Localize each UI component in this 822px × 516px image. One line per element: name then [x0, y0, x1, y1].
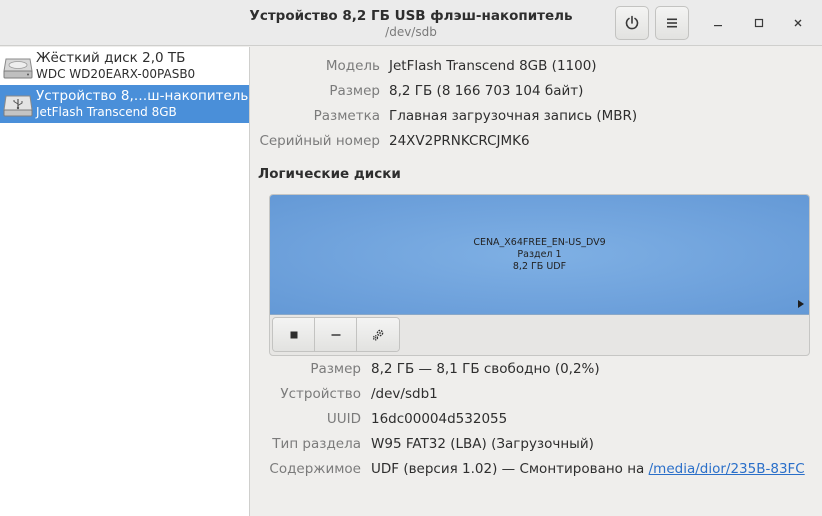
contents-text: UDF (версия 1.02) — Смонтировано на	[371, 461, 645, 477]
window-title: Устройство 8,2 ГБ USB флэш-накопитель	[249, 8, 573, 24]
partitioning-label: Разметка	[313, 108, 380, 124]
sidebar-item-usb-drive[interactable]: Устройство 8,…ш-накопитель JetFlash Tran…	[0, 85, 249, 123]
volume-size-value: 8,2 ГБ — 8,1 ГБ свободно (0,2%)	[371, 361, 600, 377]
hard-disk-icon	[3, 58, 33, 79]
play-arrow-icon	[798, 300, 804, 308]
partition-type-value: W95 FAT32 (LBA) (Загрузочный)	[371, 436, 594, 452]
volume-size-label: Размер	[310, 361, 361, 377]
drive-name: Жёсткий диск 2,0 ТБ	[36, 50, 186, 66]
size-label: Размер	[329, 83, 380, 99]
size-value: 8,2 ГБ (8 166 703 104 байт)	[389, 83, 584, 99]
drive-name: Устройство 8,…ш-накопитель	[36, 88, 249, 104]
minimize-icon	[714, 25, 722, 27]
mount-point-link[interactable]: /media/dior/235B-83FC	[649, 461, 805, 477]
maximize-icon	[754, 18, 764, 28]
contents-label: Содержимое	[269, 461, 361, 477]
partition-settings-button[interactable]	[357, 318, 399, 351]
partitioning-value: Главная загрузочная запись (MBR)	[389, 108, 638, 124]
delete-partition-button[interactable]	[315, 318, 357, 351]
usb-drive-icon	[3, 95, 33, 117]
minus-icon	[331, 333, 340, 336]
stop-icon	[290, 331, 297, 338]
partition-label: CENA_X64FREE_EN-US_DV9	[473, 237, 606, 248]
volume-toolbar	[272, 317, 400, 352]
volumes-title: Логические диски	[258, 166, 401, 182]
device-label: Устройство	[280, 386, 361, 402]
device-value: /dev/sdb1	[371, 386, 438, 402]
volume-map: CENA_X64FREE_EN-US_DV9 Раздел 1 8,2 ГБ U…	[269, 194, 810, 356]
close-button[interactable]	[786, 11, 810, 35]
serial-label: Серийный номер	[259, 133, 380, 149]
uuid-value: 16dc00004d532055	[371, 411, 508, 427]
drive-model: JetFlash Transcend 8GB	[36, 105, 177, 119]
contents-value: UDF (версия 1.02) — Смонтировано на /med…	[371, 461, 805, 477]
serial-value: 24XV2PRNKCRCJMK6	[389, 133, 530, 149]
disks-window: Устройство 8,2 ГБ USB флэш-накопитель /d…	[0, 0, 822, 516]
window-subtitle: /dev/sdb	[385, 25, 437, 39]
partition-size-fs: 8,2 ГБ UDF	[512, 261, 567, 272]
maximize-button[interactable]	[747, 11, 771, 35]
power-off-button[interactable]	[615, 6, 649, 40]
partition-type-label: Тип раздела	[272, 436, 361, 452]
drives-sidebar: Жёсткий диск 2,0 ТБ WDC WD20EARX-00PASB0…	[0, 47, 250, 516]
minimize-button[interactable]	[706, 11, 730, 35]
hamburger-menu-icon	[667, 18, 677, 28]
drive-model: WDC WD20EARX-00PASB0	[36, 67, 196, 81]
model-label: Модель	[325, 58, 380, 74]
sidebar-item-hard-disk[interactable]: Жёсткий диск 2,0 ТБ WDC WD20EARX-00PASB0	[0, 47, 249, 85]
model-value: JetFlash Transcend 8GB (1100)	[389, 58, 597, 74]
close-icon	[794, 19, 802, 27]
partition-block[interactable]: CENA_X64FREE_EN-US_DV9 Раздел 1 8,2 ГБ U…	[270, 195, 809, 315]
gears-icon	[372, 329, 384, 340]
uuid-label: UUID	[326, 411, 361, 427]
drive-details: Модель JetFlash Transcend 8GB (1100) Раз…	[251, 47, 822, 516]
header-bar: Устройство 8,2 ГБ USB флэш-накопитель /d…	[0, 0, 822, 46]
partition-number: Раздел 1	[517, 249, 562, 260]
power-icon	[625, 15, 639, 30]
unmount-button[interactable]	[273, 318, 315, 351]
menu-button[interactable]	[655, 6, 689, 40]
